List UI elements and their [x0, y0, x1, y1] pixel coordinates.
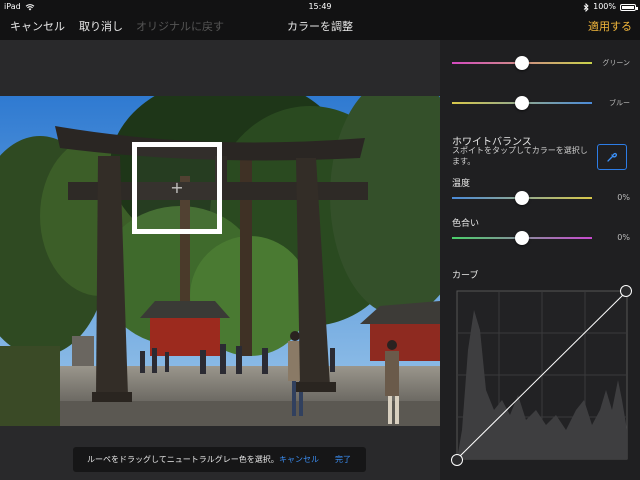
curve-point-black[interactable]	[451, 454, 463, 466]
tint-label: 色合い	[452, 219, 480, 229]
apply-button[interactable]: 適用する	[588, 14, 632, 40]
white-balance-description: スポイトをタップしてカラーを選択します。	[452, 146, 588, 166]
battery-level	[622, 5, 634, 9]
curve-label: カーブ	[452, 271, 479, 281]
loupe[interactable]: +	[132, 142, 222, 234]
curve-editor[interactable]	[456, 290, 628, 460]
temperature-slider-thumb[interactable]	[515, 191, 529, 205]
loupe-cancel-button[interactable]: キャンセル	[279, 447, 319, 472]
battery-icon	[620, 3, 638, 11]
loupe-crosshair-icon: +	[170, 178, 184, 197]
loupe-hint-text: ルーペをドラッグしてニュートラルグレー色を選択。	[87, 455, 279, 464]
blue-slider-label: ブルー	[609, 99, 630, 107]
revert-button[interactable]: オリジナルに戻す	[136, 14, 224, 40]
green-slider-thumb[interactable]	[515, 56, 529, 70]
green-slider-label: グリーン	[602, 59, 630, 67]
loupe-hint-bar: ルーペをドラッグしてニュートラルグレー色を選択。 キャンセル 完了	[73, 447, 366, 472]
bluetooth-icon	[583, 2, 589, 12]
cancel-button[interactable]: キャンセル	[10, 14, 65, 40]
adjust-panel: グリーン ブルー ホワイトバランス スポイトをタップしてカラーを選択します。 温…	[440, 40, 640, 480]
tint-slider-thumb[interactable]	[515, 231, 529, 245]
blue-slider-thumb[interactable]	[515, 96, 529, 110]
curve-point-white[interactable]	[620, 285, 632, 297]
undo-button[interactable]: 取り消し	[79, 14, 123, 40]
eyedropper-button[interactable]	[597, 144, 627, 170]
temperature-label: 温度	[452, 179, 471, 189]
battery-percent: 100%	[593, 2, 616, 11]
eyedropper-icon	[607, 152, 618, 162]
status-bar: iPad 15:49 100%	[0, 0, 640, 14]
temperature-value: 0%	[617, 193, 630, 202]
status-time: 15:49	[308, 2, 332, 11]
toolbar: キャンセル 取り消し オリジナルに戻す カラーを調整 適用する	[0, 14, 640, 40]
status-right: 100%	[583, 0, 638, 14]
tint-value: 0%	[617, 233, 630, 242]
loupe-done-button[interactable]: 完了	[335, 447, 351, 472]
